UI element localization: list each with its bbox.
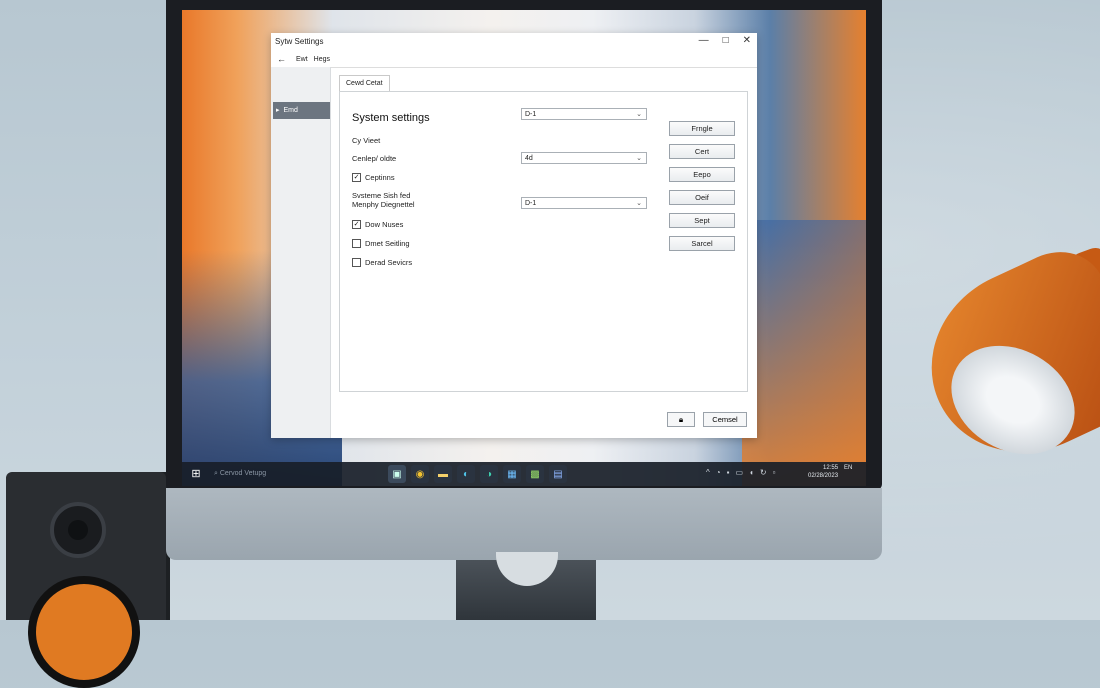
cert-button[interactable]: Cert: [669, 144, 735, 159]
network-icon[interactable]: ▪: [727, 468, 730, 477]
clock-date: 02/28/2023: [808, 473, 839, 479]
menu-bar: ← Ewt Hegs: [271, 51, 757, 68]
dropdown-value: D-1: [525, 111, 537, 118]
dropdown-3[interactable]: D-1 ⌄: [521, 197, 647, 209]
taskbar-clock[interactable]: 12:55 02/28/2023: [808, 464, 838, 480]
sidebar: ▸ Emd: [271, 67, 331, 438]
language-indicator[interactable]: EN: [844, 464, 852, 472]
oeif-button[interactable]: Oeif: [669, 190, 735, 205]
minimize-icon[interactable]: —: [699, 35, 709, 46]
wallpaper-right: [742, 220, 866, 486]
label-cenlep-oldte: Cenlep/ oldte: [352, 154, 397, 163]
lock-icon: 🔒︎: [678, 415, 684, 424]
clock-time: 12:55: [823, 465, 839, 471]
taskbar: ⊞ ⌕ Cervod Vetupg ▣ ◉ ▬ ◐ ◑ ▦ ▩ ▤ ^ ◔ ▪ …: [182, 462, 866, 486]
chevron-down-icon: ⌄: [636, 200, 642, 207]
volume-icon[interactable]: ◖: [749, 468, 754, 477]
sept-button[interactable]: Sept: [669, 213, 735, 228]
dropdown-1[interactable]: D-1 ⌄: [521, 108, 647, 120]
back-arrow-icon[interactable]: ←: [277, 54, 286, 64]
tab-general[interactable]: Cewd Cetat: [339, 75, 390, 92]
maximize-icon[interactable]: □: [723, 35, 729, 46]
battery-icon[interactable]: ▭: [735, 468, 743, 477]
sidebar-item-label: Emd: [283, 107, 298, 114]
chevron-down-icon: ⌄: [636, 155, 642, 162]
chevron-up-icon[interactable]: ^: [706, 468, 710, 477]
checkbox-dmet-seitling[interactable]: Dmet Seitling: [352, 239, 410, 248]
speaker-woofer: [28, 576, 140, 688]
eepo-button[interactable]: Eepo: [669, 167, 735, 182]
folder-icon: ▸: [276, 107, 280, 114]
dropdown-value: 4d: [525, 155, 533, 162]
label-system-line1: Svsteme Sish fed: [352, 191, 411, 200]
monitor-app-icon[interactable]: ▣: [388, 465, 406, 483]
checkbox-label: Ceptinns: [365, 173, 395, 182]
checkbox-box[interactable]: [352, 258, 361, 267]
chevron-down-icon: ⌄: [636, 111, 642, 118]
checkbox-label: Dow Nuses: [365, 220, 404, 229]
menu-item-hegs[interactable]: Hegs: [314, 56, 330, 63]
menu-item-ewt[interactable]: Ewt: [296, 56, 308, 63]
sync-icon[interactable]: ↻: [760, 468, 767, 477]
taskbar-search[interactable]: ⌕ Cervod Vetupg: [214, 470, 364, 478]
frngle-button[interactable]: Frngle: [669, 121, 735, 136]
checkbox-label: Dmet Seitling: [365, 239, 410, 248]
windows-start-icon[interactable]: ⊞: [188, 466, 204, 482]
checkbox-box[interactable]: ✓: [352, 220, 361, 229]
checkbox-derad-sevicrs[interactable]: Derad Sevicrs: [352, 258, 412, 267]
edge-alt-icon[interactable]: ◑: [480, 465, 498, 483]
checkbox-box[interactable]: ✓: [352, 173, 361, 182]
notification-icon[interactable]: ▫: [773, 468, 776, 477]
checkbox-box[interactable]: [352, 239, 361, 248]
checkbox-ceptinns[interactable]: ✓ Ceptinns: [352, 173, 395, 182]
sidebar-item-emd[interactable]: ▸ Emd: [273, 102, 330, 119]
label-system-line2: Menphy Diegnettel: [352, 200, 415, 209]
label-cy-vieet: Cy Vieet: [352, 136, 381, 145]
settings-window: Sytw Settings — □ ✕ ← Ewt Hegs ▸ Emd Cewd…: [271, 33, 757, 438]
window-title: Sytw Settings: [275, 37, 324, 46]
lock-button[interactable]: 🔒︎: [667, 412, 695, 427]
files-icon[interactable]: ▬: [434, 465, 452, 483]
wifi-icon[interactable]: ◔: [716, 468, 721, 477]
store-icon[interactable]: ▦: [503, 465, 521, 483]
dropdown-2[interactable]: 4d ⌄: [521, 152, 647, 164]
window-controls: — □ ✕: [699, 35, 751, 46]
cancel-button[interactable]: Cemsel: [703, 412, 747, 427]
taskbar-apps: ▣ ◉ ▬ ◐ ◑ ▦ ▩ ▤: [388, 465, 567, 483]
sarcel-button[interactable]: Sarcel: [669, 236, 735, 251]
checkbox-label: Derad Sevicrs: [365, 258, 413, 267]
speaker-tweeter: [50, 502, 106, 558]
word-icon[interactable]: ▤: [549, 465, 567, 483]
search-text: Cervod Vetupg: [219, 470, 267, 477]
page-title: System settings: [352, 112, 430, 124]
title-bar[interactable]: Sytw Settings — □ ✕: [271, 33, 757, 51]
system-tray: ^ ◔ ▪ ▭ ◖ ↻ ▫: [706, 468, 775, 477]
dropdown-value: D-1: [525, 200, 537, 207]
chrome-icon[interactable]: ◉: [411, 465, 429, 483]
checkbox-dow-nuses[interactable]: ✓ Dow Nuses: [352, 220, 403, 229]
speaker: [6, 472, 166, 688]
edge-icon[interactable]: ◐: [457, 465, 475, 483]
photos-icon[interactable]: ▩: [526, 465, 544, 483]
close-icon[interactable]: ✕: [743, 35, 751, 46]
screen: Sytw Settings — □ ✕ ← Ewt Hegs ▸ Emd Cewd…: [182, 10, 866, 486]
monitor-chin: [166, 488, 882, 560]
